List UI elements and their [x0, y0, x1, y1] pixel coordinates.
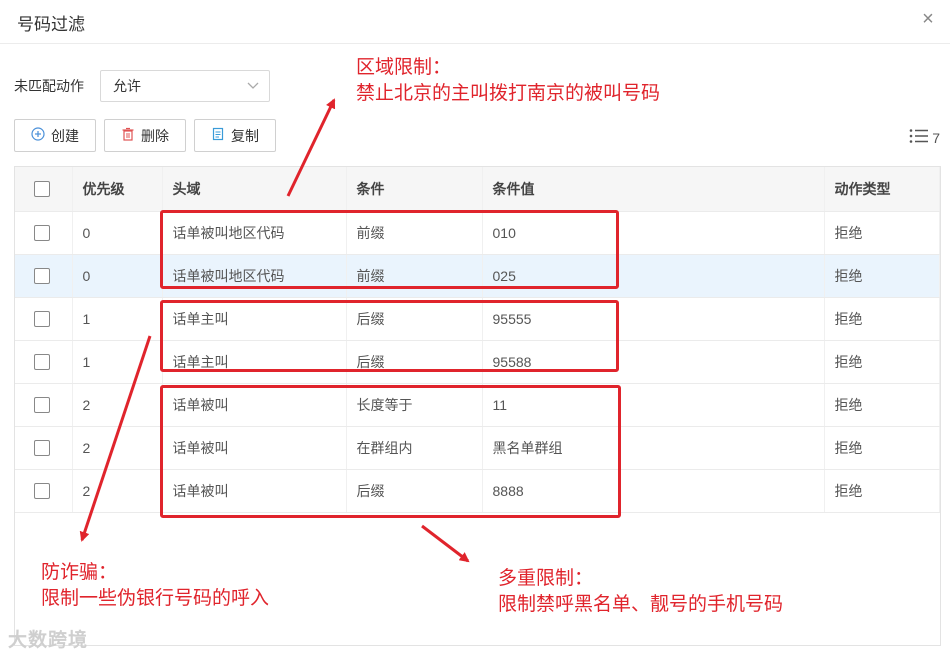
plus-circle-icon [31, 127, 45, 144]
annotation-region: 区域限制： 禁止北京的主叫拨打南京的被叫号码 [356, 55, 660, 107]
header-priority[interactable]: 优先级 [72, 167, 163, 212]
annotation-region-desc: 禁止北京的主叫拨打南京的被叫号码 [356, 83, 661, 104]
cell-action: 拒绝 [824, 297, 940, 341]
annotation-multi: 多重限制： 限制禁呼黑名单、靓号的手机号码 [498, 566, 783, 618]
cell-action: 拒绝 [824, 340, 940, 384]
watermark: 大数跨境 [8, 630, 89, 651]
cell-priority: 1 [72, 340, 163, 384]
cell-action: 拒绝 [824, 426, 940, 470]
create-button[interactable]: 创建 [14, 119, 96, 152]
list-icon [909, 128, 929, 147]
unmatched-action-row: 未匹配动作 允许 [14, 70, 270, 102]
cell-priority: 2 [72, 383, 163, 427]
annotation-region-title: 区域限制： [356, 57, 452, 78]
row-checkbox[interactable] [34, 268, 50, 285]
header-condition-value[interactable]: 条件值 [482, 167, 825, 212]
row-checkbox[interactable] [34, 311, 50, 328]
cell-priority: 2 [72, 469, 163, 513]
cell-action: 拒绝 [824, 469, 940, 513]
header-condition[interactable]: 条件 [346, 167, 483, 212]
toolbar: 创建 删除 复制 [14, 119, 276, 152]
annotation-fraud-title: 防诈骗： [41, 562, 118, 583]
trash-icon [121, 127, 135, 144]
create-button-label: 创建 [51, 127, 79, 144]
header-action-type[interactable]: 动作类型 [824, 167, 940, 212]
annotation-box-region [160, 210, 619, 289]
table-header-row: 优先级 头域 条件 条件值 动作类型 [15, 167, 940, 212]
cell-priority: 0 [72, 254, 163, 298]
row-checkbox[interactable] [34, 354, 50, 371]
copy-button[interactable]: 复制 [194, 119, 276, 152]
cell-priority: 0 [72, 211, 163, 255]
row-checkbox[interactable] [34, 440, 50, 457]
copy-icon [211, 127, 225, 144]
delete-button-label: 删除 [141, 127, 169, 144]
dialog-title: 号码过滤 [17, 15, 85, 34]
annotation-box-multi [160, 385, 621, 518]
column-count: 7 [932, 129, 940, 146]
close-icon[interactable]: × [916, 8, 940, 32]
dialog-header: 号码过滤 × [0, 0, 950, 44]
copy-button-label: 复制 [231, 127, 259, 144]
annotation-box-fraud [160, 300, 619, 372]
cell-priority: 1 [72, 297, 163, 341]
cell-action: 拒绝 [824, 254, 940, 298]
annotation-multi-title: 多重限制： [498, 568, 594, 589]
cell-action: 拒绝 [824, 383, 940, 427]
unmatched-action-label: 未匹配动作 [14, 78, 84, 94]
annotation-fraud: 防诈骗： 限制一些伪银行号码的呼入 [41, 560, 269, 612]
row-checkbox[interactable] [34, 483, 50, 500]
cell-action: 拒绝 [824, 211, 940, 255]
row-checkbox[interactable] [34, 397, 50, 414]
unmatched-action-value: 允许 [113, 78, 141, 94]
delete-button[interactable]: 删除 [104, 119, 186, 152]
cell-priority: 2 [72, 426, 163, 470]
header-field[interactable]: 头域 [162, 167, 347, 212]
annotation-fraud-desc: 限制一些伪银行号码的呼入 [41, 588, 270, 609]
unmatched-action-select[interactable]: 允许 [100, 70, 270, 102]
annotation-multi-desc: 限制禁呼黑名单、靓号的手机号码 [498, 594, 784, 615]
select-all-checkbox[interactable] [34, 181, 50, 198]
chevron-down-icon [247, 71, 259, 112]
row-checkbox[interactable] [34, 225, 50, 242]
column-settings[interactable]: 7 [909, 128, 940, 147]
